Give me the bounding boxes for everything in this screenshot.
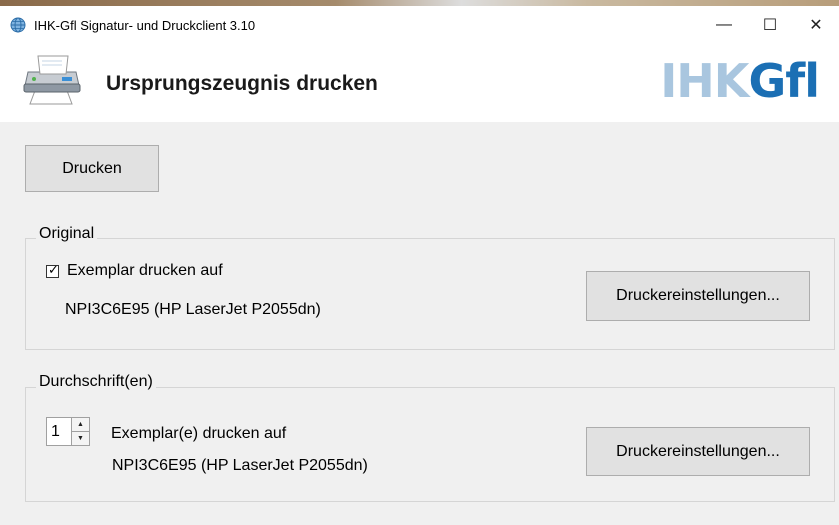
copies-printer-settings-button[interactable]: Druckereinstellungen...: [586, 427, 810, 476]
original-printer-settings-button[interactable]: Druckereinstellungen...: [586, 271, 810, 321]
copies-printer-settings-label: Druckereinstellungen...: [616, 442, 780, 460]
printer-icon: [23, 55, 81, 105]
original-print-checkbox[interactable]: ✓: [46, 261, 59, 278]
minimize-icon: —: [716, 16, 732, 33]
checkmark-icon: ✓: [48, 261, 59, 277]
maximize-button[interactable]: ☐: [747, 6, 793, 44]
ihk-gfl-logo: IHKGfl: [660, 54, 820, 108]
original-printer-settings-label: Druckereinstellungen...: [616, 287, 780, 304]
title-bar[interactable]: IHK-Gfl Signatur- und Druckclient 3.10 —…: [0, 6, 839, 44]
print-button[interactable]: Drucken: [25, 145, 159, 192]
window-title: IHK-Gfl Signatur- und Druckclient 3.10: [34, 17, 256, 33]
stepper-arrows: ▲ ▼: [71, 418, 89, 445]
print-dialog-window: IHK-Gfl Signatur- und Druckclient 3.10 —…: [0, 0, 839, 525]
window-controls: — ☐ ✕: [701, 6, 839, 44]
print-button-label: Drucken: [62, 159, 122, 177]
maximize-icon: ☐: [762, 17, 778, 34]
stepper-up-icon[interactable]: ▲: [72, 418, 89, 432]
copies-count-stepper[interactable]: 1 ▲ ▼: [46, 417, 90, 446]
copies-count-value[interactable]: 1: [47, 418, 64, 445]
copies-group-title: Durchschrift(en): [36, 373, 156, 391]
copies-label: Exemplar(e) drucken auf: [111, 425, 287, 442]
close-button[interactable]: ✕: [793, 6, 839, 44]
copies-printer-name: NPI3C6E95 (HP LaserJet P2055dn): [112, 457, 368, 474]
page-title: Ursprungszeugnis drucken: [106, 72, 378, 95]
stepper-down-icon[interactable]: ▼: [72, 432, 89, 445]
original-group-title: Original: [36, 225, 98, 243]
close-icon: ✕: [809, 17, 823, 34]
original-print-checkbox-row[interactable]: ✓ Exemplar drucken auf: [46, 262, 223, 280]
globe-icon: [10, 17, 26, 33]
original-checkbox-label: Exemplar drucken auf: [67, 262, 223, 279]
minimize-button[interactable]: —: [701, 6, 747, 44]
dialog-header: Ursprungszeugnis drucken IHKGfl: [0, 44, 839, 122]
original-printer-name: NPI3C6E95 (HP LaserJet P2055dn): [65, 301, 321, 318]
